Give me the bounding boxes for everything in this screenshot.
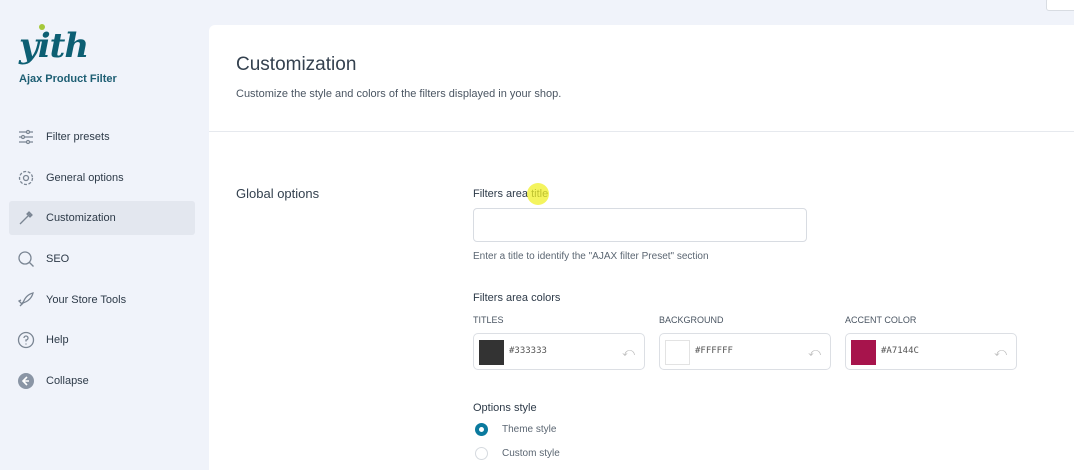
help-icon <box>17 332 35 349</box>
radio-theme-style[interactable]: Theme style <box>475 423 556 436</box>
sidebar-item-label: Collapse <box>46 375 89 388</box>
page-header: Customization Customize the style and co… <box>209 25 1074 132</box>
titles-caption: TITLES <box>473 315 504 325</box>
filters-title-help: Enter a title to identify the "AJAX filt… <box>473 251 709 262</box>
accent-caption: ACCENT COLOR <box>845 315 917 325</box>
sidebar-item-label: Your Store Tools <box>46 293 127 306</box>
sidebar-item-collapse[interactable]: Collapse <box>9 364 195 398</box>
gear-icon <box>18 170 34 185</box>
color-swatch[interactable] <box>851 340 876 365</box>
sidebar-item-label: Filter presets <box>46 131 110 143</box>
filters-colors-label: Filters area colors <box>473 292 561 304</box>
main-panel: Customization Customize the style and co… <box>209 25 1074 470</box>
sidebar-item-help[interactable]: Help <box>9 323 195 357</box>
radio-button[interactable] <box>475 447 488 460</box>
color-value[interactable]: #FFFFFF <box>695 346 733 356</box>
sidebar-item-filter-presets[interactable]: Filter presets <box>9 120 195 154</box>
color-swatch[interactable] <box>479 340 504 365</box>
reset-icon[interactable]: ⤺ <box>994 345 1007 360</box>
accent-color-picker[interactable]: #A7144C ⤺ <box>845 333 1017 370</box>
radio-custom-style[interactable]: Custom style <box>475 447 560 460</box>
options-style-label: Options style <box>473 402 537 414</box>
color-value[interactable]: #A7144C <box>881 346 919 356</box>
section-title: Global options <box>236 186 320 201</box>
sidebar-item-label: Customization <box>46 212 116 225</box>
reset-icon[interactable]: ⤺ <box>622 345 635 360</box>
titles-color-picker[interactable]: #333333 ⤺ <box>473 333 645 370</box>
page-subtitle: Customize the style and colors of the fi… <box>236 88 562 100</box>
sidebar-item-label: General options <box>46 171 124 184</box>
rocket-icon <box>17 291 34 307</box>
sidebar-item-label: SEO <box>46 253 70 266</box>
filters-title-input[interactable] <box>473 208 807 242</box>
sliders-icon <box>19 129 33 145</box>
cursor-highlight <box>527 183 549 205</box>
color-value[interactable]: #333333 <box>509 346 547 356</box>
background-color-picker[interactable]: #FFFFFF ⤺ <box>659 333 831 370</box>
sidebar-item-label: Help <box>46 334 69 347</box>
sidebar-item-store-tools[interactable]: Your Store Tools <box>9 283 195 317</box>
sidebar: yith Ajax Product Filter Filter presets … <box>0 0 208 470</box>
radio-label: Theme style <box>502 424 557 435</box>
reset-icon[interactable]: ⤺ <box>808 345 821 360</box>
page-title: Customization <box>236 54 357 75</box>
eyedropper-icon <box>19 211 33 225</box>
radio-button[interactable] <box>475 423 488 436</box>
background-caption: BACKGROUND <box>659 315 724 325</box>
search-icon <box>18 251 34 268</box>
sidebar-item-customization[interactable]: Customization <box>9 201 195 236</box>
color-swatch[interactable] <box>665 340 690 365</box>
top-right-button[interactable] <box>1046 0 1074 11</box>
collapse-icon <box>18 373 34 390</box>
radio-label: Custom style <box>502 448 560 459</box>
yith-logo: yith <box>19 24 89 66</box>
sidebar-item-general-options[interactable]: General options <box>9 161 195 195</box>
sidebar-nav: Filter presets General options Customiza… <box>9 120 195 405</box>
product-name: Ajax Product Filter <box>19 73 117 85</box>
sidebar-item-seo[interactable]: SEO <box>9 242 195 276</box>
